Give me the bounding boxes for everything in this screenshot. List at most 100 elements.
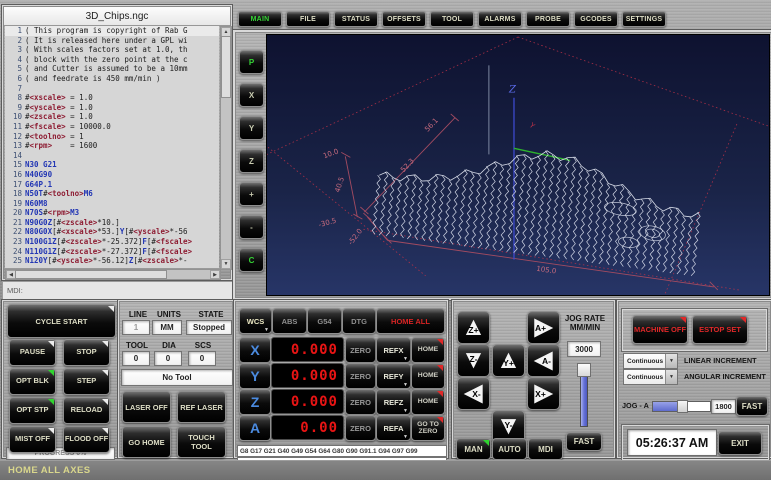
home-z-button[interactable]: HOME [411, 389, 445, 415]
home-a-button[interactable]: GO TO ZERO [411, 415, 445, 441]
view-button--[interactable]: - [239, 215, 264, 239]
dro-panel: G8 G17 G21 G40 G49 G54 G64 G80 G90 G91.1… [234, 300, 448, 458]
gcode-editor[interactable]: 1( This program is copyright of Rab G2( … [5, 26, 219, 268]
step-button[interactable]: STEP [63, 368, 110, 395]
jog-a-slider[interactable] [652, 401, 711, 412]
axis-button-z[interactable]: Z [239, 389, 271, 415]
jog-x-minus-button[interactable]: ◀X- [457, 377, 490, 410]
tab-main[interactable]: MAIN [238, 11, 282, 27]
scroll-thumb[interactable] [15, 270, 167, 279]
chevron-down-icon[interactable]: ▼ [665, 370, 677, 384]
scroll-thumb[interactable] [221, 36, 231, 98]
vertical-scrollbar[interactable]: ▲ ▼ [220, 26, 232, 270]
scroll-right-icon[interactable]: ▶ [210, 270, 220, 279]
estop-button[interactable]: ESTOP SET [692, 315, 748, 344]
dro-header-home-all[interactable]: HOME ALL [376, 308, 445, 334]
field-scs[interactable]: 0 [188, 351, 216, 366]
home-y-button[interactable]: HOME [411, 363, 445, 389]
opt-blk-button[interactable]: OPT BLK [9, 368, 56, 395]
touch-tool-button[interactable]: TOUCH TOOL [177, 426, 226, 458]
angular-increment-select[interactable]: Continuous ▼ [623, 369, 678, 385]
field-line[interactable]: 1 [122, 320, 150, 335]
field-state[interactable]: Stopped [186, 320, 232, 335]
mist-off-button[interactable]: MIST OFF [9, 426, 56, 453]
tab-status[interactable]: STATUS [334, 11, 378, 27]
line-number: 3 [5, 45, 22, 55]
zero-a-button[interactable]: ZERO [345, 415, 376, 441]
pause-button[interactable]: PAUSE [9, 339, 56, 366]
field-tool[interactable]: 0 [122, 351, 150, 366]
field-dia[interactable]: 0 [154, 351, 182, 366]
code-token: ( and Cutter is assumed to be a 10mm [25, 64, 188, 74]
reload-button[interactable]: RELOAD [63, 397, 110, 424]
code-token: [# [48, 256, 57, 266]
tab-alarms[interactable]: ALARMS [478, 11, 522, 27]
dro-header-wcs[interactable]: WCS▼ [239, 308, 272, 334]
jog-z-minusplus-button[interactable]: ▲Z+ [457, 311, 490, 344]
mode-mdi-button[interactable]: MDI [528, 438, 563, 460]
dro-header-g54[interactable]: G54 [307, 308, 342, 334]
slider-handle[interactable] [577, 363, 591, 377]
view-button-x[interactable]: X [239, 83, 264, 107]
stop-button[interactable]: STOP [63, 339, 110, 366]
home-x-button[interactable]: HOME [411, 337, 445, 363]
go-home-button[interactable]: GO HOME [122, 426, 171, 458]
machine-power-button[interactable]: MACHINE OFF [632, 315, 688, 344]
chevron-down-icon: ▼ [403, 356, 408, 362]
ref-x-button[interactable]: REFX▼ [376, 337, 411, 363]
jog-rate-slider[interactable] [577, 363, 589, 429]
horizontal-scrollbar[interactable]: ◀ ▶ [5, 269, 221, 280]
zero-z-button[interactable]: ZERO [345, 389, 376, 415]
jog-y-minusplus-button[interactable]: ▲Y+ [492, 344, 525, 377]
exit-button[interactable]: EXIT [718, 431, 762, 455]
view-button-z[interactable]: Z [239, 149, 264, 173]
axis-button-a[interactable]: A [239, 415, 271, 441]
view-button-p[interactable]: P [239, 50, 264, 74]
chevron-down-icon[interactable]: ▼ [665, 354, 677, 368]
view-button-y[interactable]: Y [239, 116, 264, 140]
ref-a-button[interactable]: REFA▼ [376, 415, 411, 441]
axis-button-x[interactable]: X [239, 337, 271, 363]
code-token: *-56.12] [93, 256, 129, 266]
jog-fast-button[interactable]: FAST [566, 432, 602, 451]
zero-x-button[interactable]: ZERO [345, 337, 376, 363]
view-button-+[interactable]: + [239, 182, 264, 206]
zero-y-button[interactable]: ZERO [345, 363, 376, 389]
jog-a-minus-button[interactable]: ◀A- [527, 344, 560, 377]
axis-button-y[interactable]: Y [239, 363, 271, 389]
linear-increment-select[interactable]: Continuous ▼ [623, 353, 678, 369]
tab-probe[interactable]: PROBE [526, 11, 570, 27]
tab-offsets[interactable]: OFFSETS [382, 11, 426, 27]
laser-off-button[interactable]: LASER OFF [122, 391, 171, 423]
slider-handle[interactable] [677, 400, 688, 413]
indicator-triangle [102, 370, 108, 376]
dro-header-abs[interactable]: ABS [272, 308, 307, 334]
tab-gcodes[interactable]: GCODES [574, 11, 618, 27]
cycle-start-button[interactable]: CYCLE START [7, 304, 116, 338]
tab-settings[interactable]: SETTINGS [622, 11, 666, 27]
line-number: 25 [5, 256, 22, 266]
ref-laser-button[interactable]: REF LASER [177, 391, 226, 423]
flood-off-button[interactable]: FLOOD OFF [63, 426, 110, 453]
code-token: <fscale> [30, 122, 66, 132]
dro-header-dtg[interactable]: DTG [342, 308, 376, 334]
mode-auto-button[interactable]: AUTO [492, 438, 527, 460]
gcode-preview[interactable]: 10.040.5-30.552.356.1-52.0105.0ZY [266, 34, 770, 296]
jog-a-minusplus-button[interactable]: ▶A+ [527, 311, 560, 344]
jog-z-minus-button[interactable]: ▼Z- [457, 344, 490, 377]
tab-file[interactable]: FILE [286, 11, 330, 27]
view-button-c[interactable]: C [239, 248, 264, 272]
tab-tool[interactable]: TOOL [430, 11, 474, 27]
field-units[interactable]: MM [152, 320, 182, 335]
jog-x-minusplus-button[interactable]: ▶X+ [527, 377, 560, 410]
jog-a-fast-button[interactable]: FAST [736, 396, 768, 416]
ref-z-button[interactable]: REFZ▼ [376, 389, 411, 415]
code-token: N110G1Z [25, 247, 57, 257]
jog-a-value[interactable]: 1800 [711, 399, 736, 414]
jog-rate-value[interactable]: 3000 [567, 341, 601, 357]
opt-stp-button[interactable]: OPT STP [9, 397, 56, 424]
mode-man-button[interactable]: MAN [456, 438, 491, 460]
mdi-input[interactable]: MDI: [2, 281, 236, 300]
ref-y-button[interactable]: REFY▼ [376, 363, 411, 389]
scroll-down-icon[interactable]: ▼ [221, 259, 231, 269]
